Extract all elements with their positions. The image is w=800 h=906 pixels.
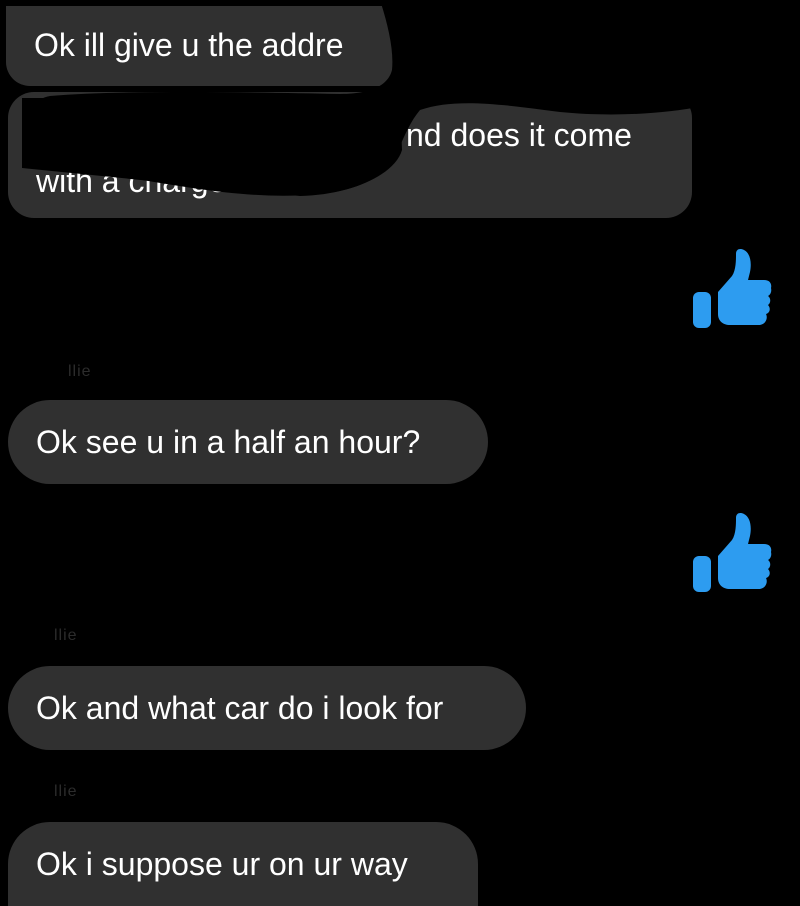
message-bubble[interactable]: nd does it come with a charge.	[8, 92, 692, 218]
sender-name: llie	[54, 783, 78, 800]
message-bubble[interactable]: Ok see u in a half an hour?	[8, 400, 488, 484]
message-text: Ok ill give u the addre	[34, 27, 344, 63]
message-bubble[interactable]: Ok ill give u the addre	[6, 6, 401, 86]
message-text-line-2: with a charge.	[36, 163, 236, 199]
message-bubble[interactable]: Ok i suppose ur on ur way	[8, 822, 478, 906]
message-text-line-1: nd does it come	[406, 117, 632, 153]
thumbs-up-icon	[693, 249, 772, 328]
sender-name: llie	[68, 363, 92, 380]
message-text: Ok i suppose ur on ur way	[36, 846, 408, 882]
sender-name: llie	[54, 627, 78, 644]
message-bubble[interactable]: Ok and what car do i look for	[8, 666, 526, 750]
thumbs-up-icon	[693, 513, 772, 592]
message-text: Ok and what car do i look for	[36, 690, 444, 726]
message-text: Ok see u in a half an hour?	[36, 424, 421, 460]
